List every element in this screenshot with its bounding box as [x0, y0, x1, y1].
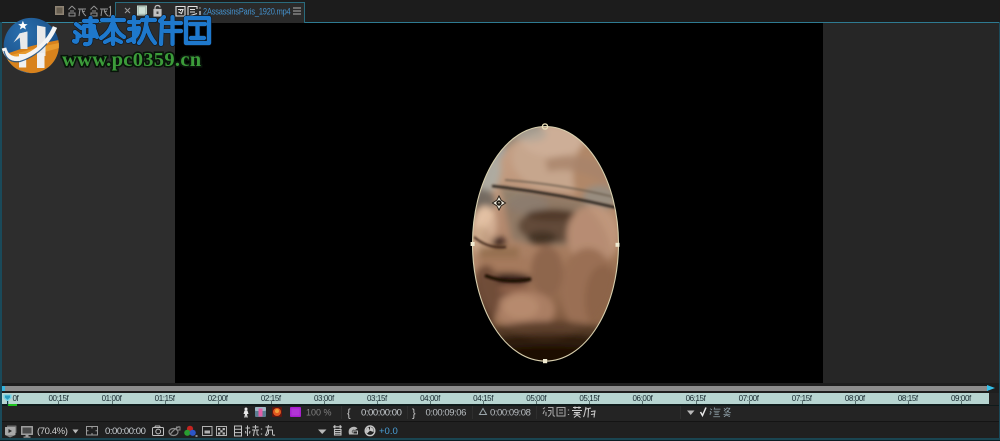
svg-text:100 %: 100 %: [306, 408, 332, 418]
svg-text:(70.4%): (70.4%): [37, 426, 68, 437]
svg-text:0:00:09:08: 0:00:09:08: [490, 408, 531, 419]
svg-text:{: {: [347, 408, 351, 420]
svg-text:}: }: [412, 408, 416, 420]
svg-text:www.pc0359.cn: www.pc0359.cn: [62, 49, 202, 71]
svg-text:0:00:00:00: 0:00:00:00: [361, 408, 402, 419]
svg-text:+0.0: +0.0: [379, 426, 398, 437]
svg-text:0:00:09:06: 0:00:09:06: [426, 408, 467, 419]
svg-text:0:00:00:00: 0:00:00:00: [105, 426, 146, 437]
